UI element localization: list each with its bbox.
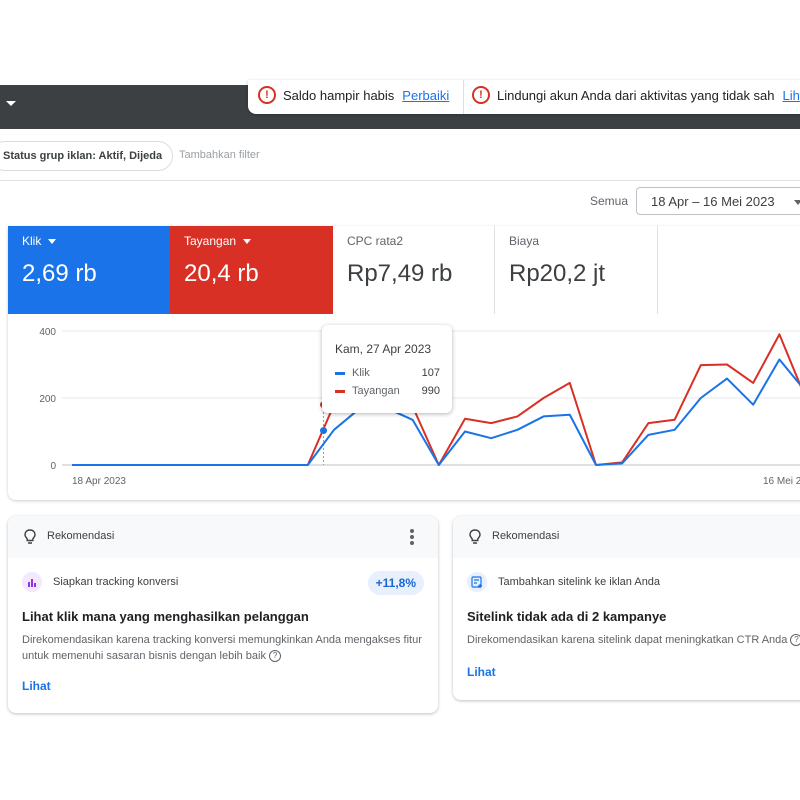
y-tick-label: 0: [50, 461, 56, 472]
tooltip-date: Kam, 27 Apr 2023: [335, 342, 432, 356]
x-tick-label: 18 Apr 2023: [72, 476, 126, 487]
alert-protect-account: ! Lindungi akun Anda dari aktivitas yang…: [472, 80, 800, 110]
alert-low-balance: ! Saldo hampir habis Perbaiki: [258, 80, 449, 110]
hover-point-klik: [320, 427, 328, 435]
date-range-picker[interactable]: 18 Apr – 16 Mei 2023: [636, 187, 800, 215]
metric-value: 2,69 rb: [22, 260, 97, 287]
recommendation-type: Siapkan tracking konversi: [22, 572, 178, 592]
view-recommendation-button[interactable]: Lihat: [467, 665, 496, 679]
recommendation-type: Tambahkan sitelink ke iklan Anda: [467, 572, 660, 592]
alert-banner: ! Saldo hampir habis Perbaiki ! Lindungi…: [248, 80, 800, 114]
chevron-down-icon: [243, 238, 252, 244]
metric-label: Tayangan: [184, 234, 237, 248]
view-link[interactable]: Lih: [783, 88, 800, 103]
add-filter-button[interactable]: Tambahkan filter: [179, 149, 260, 161]
chart-tooltip: Kam, 27 Apr 2023 Klik 107 Tayangan 990: [322, 325, 452, 413]
view-recommendation-button[interactable]: Lihat: [22, 679, 51, 693]
tooltip-series-value: 107: [421, 367, 440, 379]
metric-tile-impressions[interactable]: Tayangan 20,4 rb: [170, 226, 333, 314]
tooltip-row-clicks: Klik 107: [335, 366, 440, 380]
sitelink-icon: [467, 572, 487, 592]
metric-label: Klik: [22, 234, 42, 248]
x-tick-label: 16 Mei 2023: [763, 476, 800, 487]
recommendation-card: Rekomendasi Siapkan tracking konversi +1…: [8, 516, 438, 713]
score-uplift-badge: +11,8%: [367, 571, 424, 595]
metric-value: Rp7,49 rb: [347, 260, 453, 287]
lightbulb-icon: [469, 529, 481, 544]
metric-value: Rp20,2 jt: [509, 260, 606, 287]
date-range-text: 18 Apr – 16 Mei 2023: [651, 193, 775, 209]
date-preset-label: Semua: [590, 194, 629, 208]
metric-label: Biaya: [509, 234, 540, 248]
metric-tile-cost[interactable]: Biaya Rp20,2 jt: [495, 226, 658, 314]
recommendation-header-title: Rekomendasi: [492, 530, 560, 542]
alert-text: Saldo hampir habis: [283, 87, 395, 103]
tooltip-series-name: Tayangan: [352, 385, 400, 397]
recommendation-description-text: Direkomendasikan karena sitelink dapat m…: [467, 634, 788, 646]
recommendation-description: Direkomendasikan karena tracking konvers…: [22, 632, 422, 664]
legend-swatch: [335, 389, 345, 393]
recommendation-description-text: Direkomendasikan karena tracking konvers…: [22, 634, 422, 662]
recommendation-title: Lihat klik mana yang menghasilkan pelang…: [22, 609, 309, 624]
recommendation-type-label: Siapkan tracking konversi: [53, 576, 179, 588]
metric-tile-clicks[interactable]: Klik 2,69 rb: [8, 226, 170, 314]
chevron-down-icon: [794, 200, 800, 205]
recommendation-type-label: Tambahkan sitelink ke iklan Anda: [498, 576, 661, 588]
tooltip-series-name: Klik: [352, 367, 370, 379]
alert-divider: [463, 80, 464, 114]
filter-chip-status[interactable]: Status grup iklan: Aktif, Dijeda: [0, 141, 174, 171]
fix-link[interactable]: Perbaiki: [402, 88, 449, 103]
legend-swatch: [335, 371, 345, 375]
metric-tile-avg-cpc[interactable]: CPC rata2 Rp7,49 rb: [333, 226, 495, 314]
menu-dropdown-icon[interactable]: [6, 101, 16, 106]
recommendation-header: Rekomendasi: [8, 516, 438, 558]
y-tick-label: 200: [39, 394, 56, 405]
error-icon: !: [472, 86, 490, 104]
tooltip-row-impressions: Tayangan 990: [335, 384, 440, 398]
recommendation-card: Rekomendasi Tambahkan sitelink ke iklan …: [453, 516, 800, 700]
help-icon[interactable]: ?: [790, 634, 800, 647]
recommendation-header-title: Rekomendasi: [47, 530, 115, 542]
more-vert-icon[interactable]: [410, 529, 414, 545]
filter-bar: Status grup iklan: Aktif, Dijeda Tambahk…: [0, 130, 800, 181]
recommendation-description: Direkomendasikan karena sitelink dapat m…: [467, 632, 800, 648]
recommendation-title: Sitelink tidak ada di 2 kampanye: [467, 609, 667, 624]
error-icon: !: [258, 86, 276, 104]
help-icon[interactable]: ?: [269, 650, 282, 663]
alert-text: Lindungi akun Anda dari aktivitas yang t…: [497, 87, 775, 103]
chevron-down-icon: [48, 238, 57, 244]
metric-value: 20,4 rb: [184, 260, 259, 287]
bar-chart-icon: [22, 572, 42, 592]
y-tick-label: 400: [39, 327, 56, 338]
recommendation-header: Rekomendasi: [453, 516, 800, 558]
metric-label: CPC rata2: [347, 234, 404, 248]
tooltip-series-value: 990: [421, 385, 440, 397]
lightbulb-icon: [24, 529, 36, 544]
